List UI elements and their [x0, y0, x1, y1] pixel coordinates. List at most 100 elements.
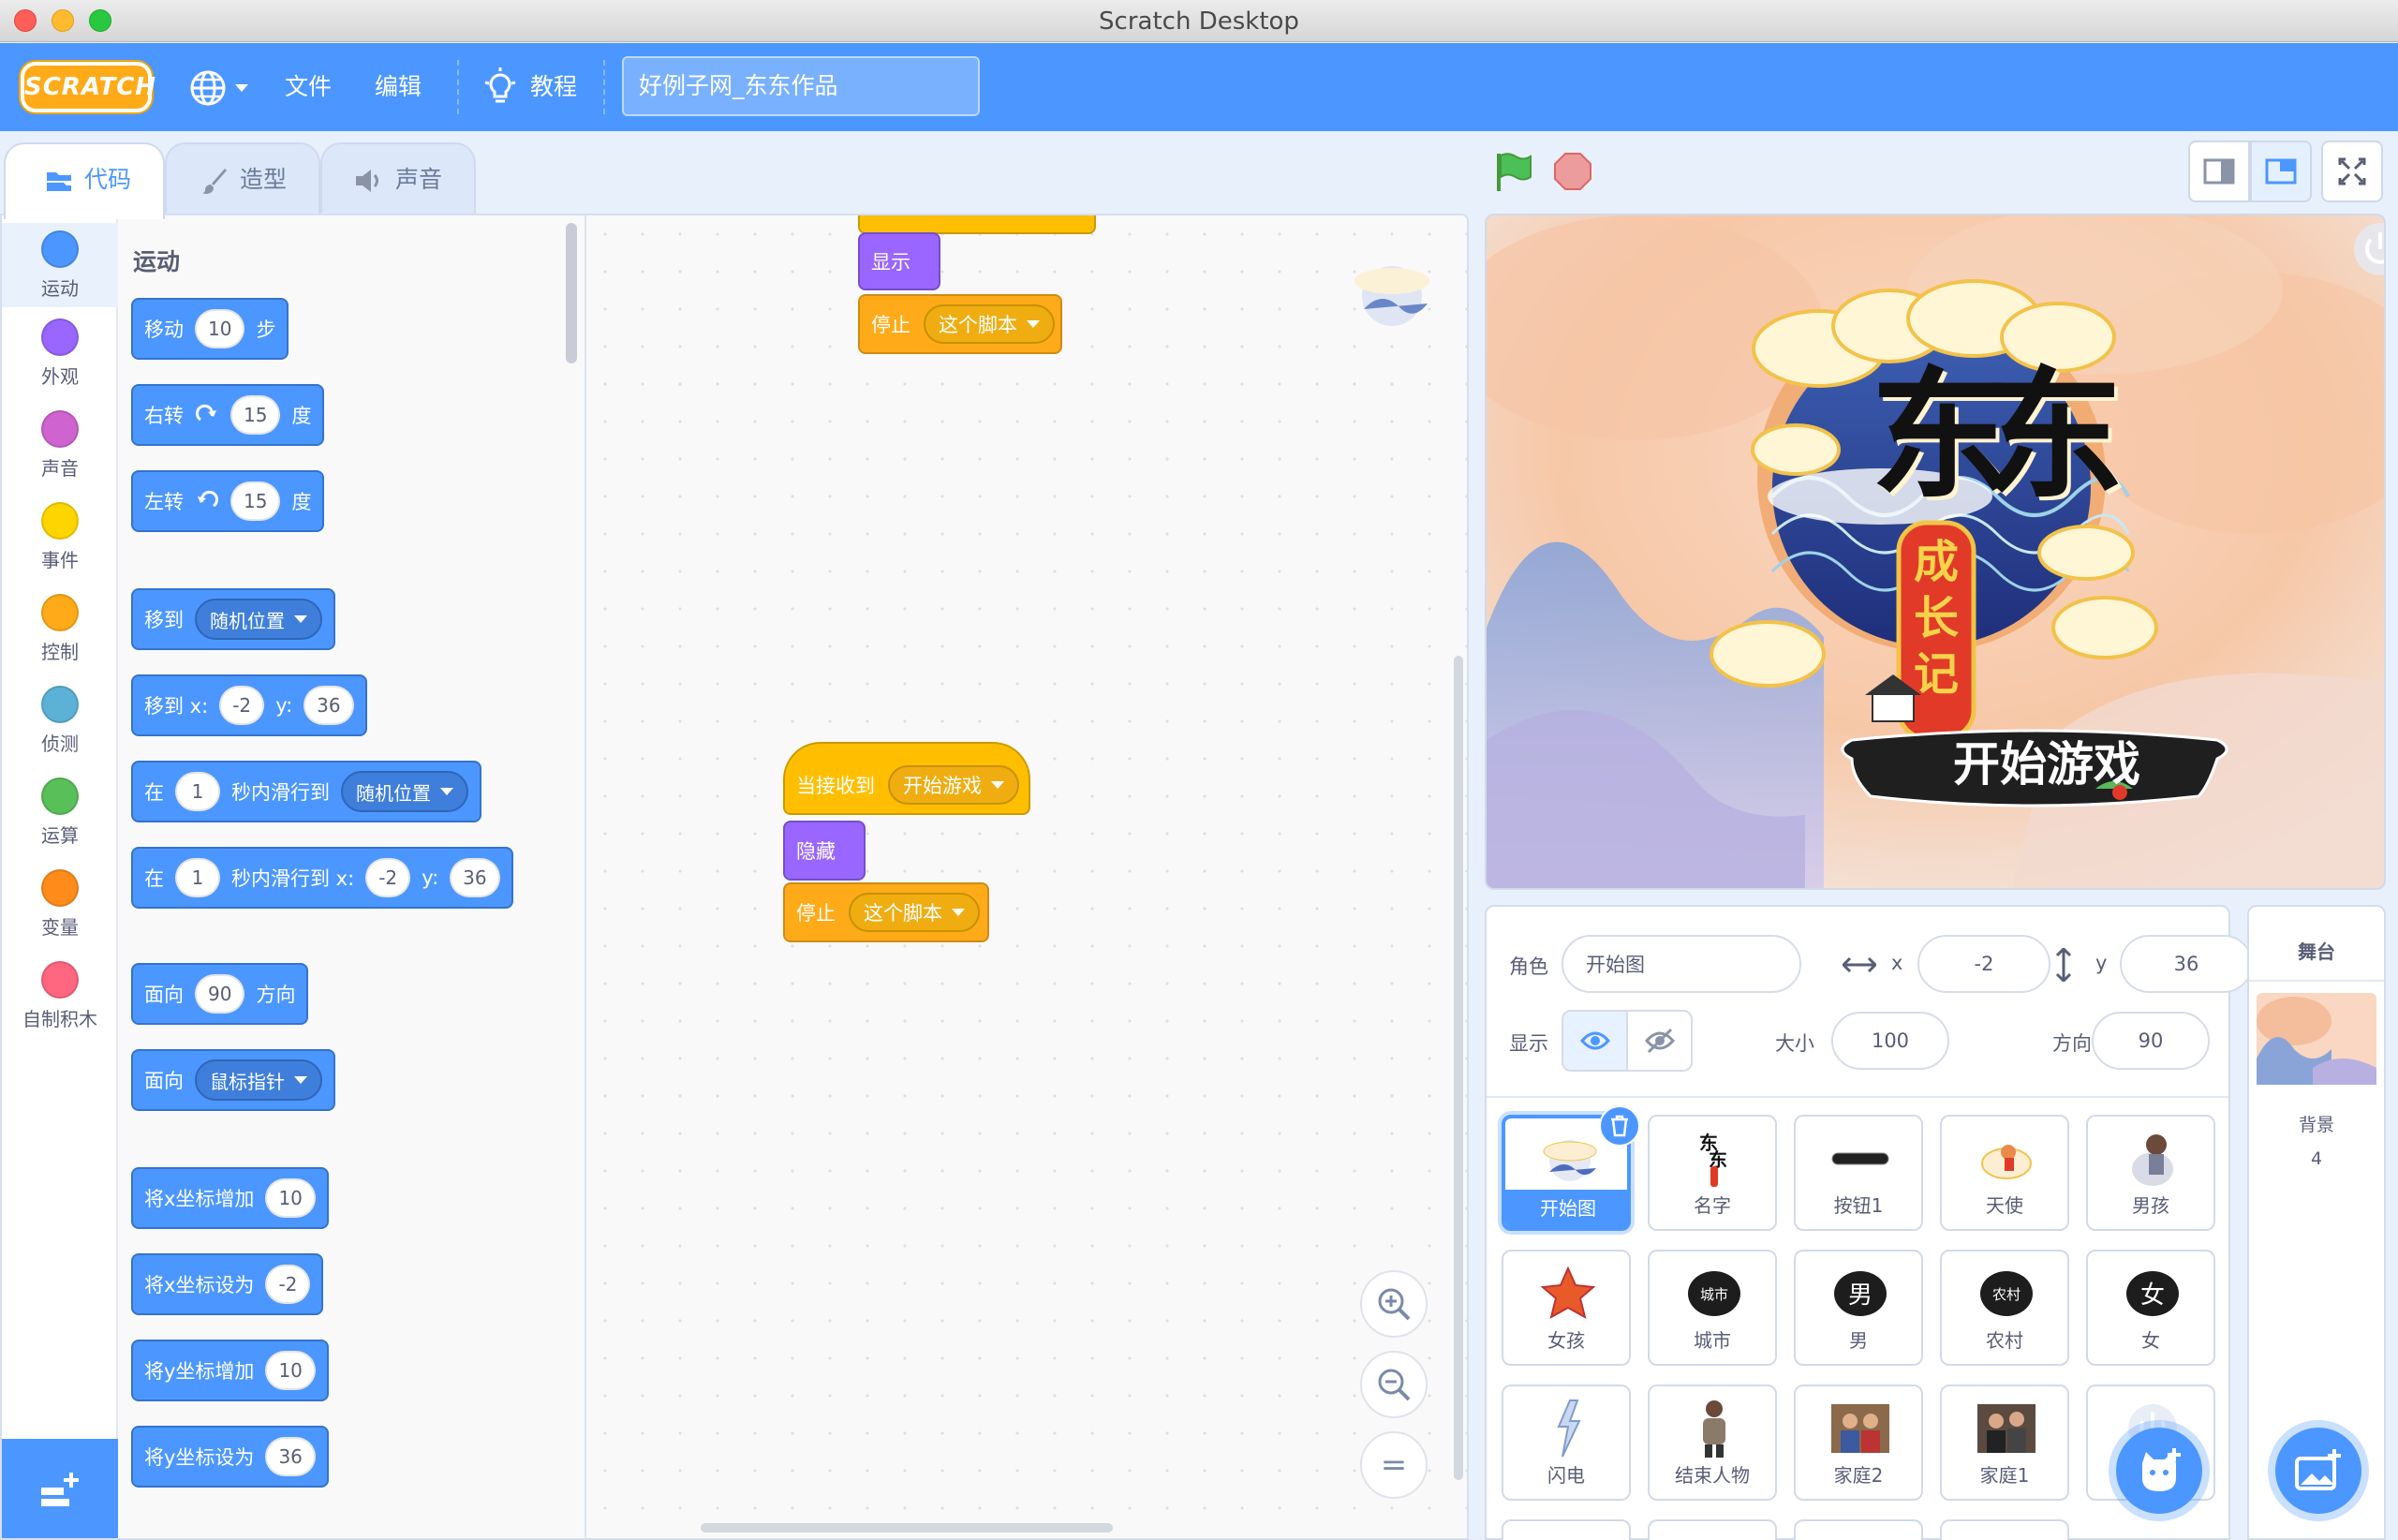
canvas-horizontal-scrollbar[interactable]: [701, 1523, 1113, 1533]
zoom-in-button[interactable]: [1360, 1270, 1428, 1338]
y-input[interactable]: 36: [450, 858, 500, 897]
x-input[interactable]: -2: [365, 858, 411, 897]
sprite-tile-chengshi[interactable]: 城市 城市: [1648, 1250, 1777, 1366]
sprite-tile-shandian[interactable]: 闪电: [1502, 1385, 1631, 1501]
category-operators[interactable]: 运算: [2, 777, 118, 848]
category-control[interactable]: 控制: [2, 594, 118, 664]
sprite-tile-nvhai[interactable]: 女孩: [1502, 1250, 1631, 1366]
start-game-button[interactable]: 开始游戏: [1841, 736, 2253, 792]
lightbulb-icon[interactable]: [481, 67, 519, 109]
hide-sprite-button[interactable]: [1628, 1012, 1691, 1070]
block-set-x[interactable]: 将x坐标设为 -2: [131, 1253, 324, 1315]
sprite-tile-partial[interactable]: [1502, 1519, 1631, 1540]
project-title-input[interactable]: 好例子网_东东作品: [622, 56, 980, 116]
direction-input[interactable]: 90: [2092, 1012, 2210, 1070]
show-sprite-button[interactable]: [1563, 1012, 1628, 1070]
sprite-tile-partial[interactable]: [1648, 1519, 1777, 1540]
tutorials-menu[interactable]: 教程: [530, 43, 577, 131]
sprite-tile-jiating2[interactable]: 家庭2: [1794, 1385, 1923, 1501]
tab-sounds[interactable]: 声音: [320, 142, 476, 215]
zoom-reset-button[interactable]: =: [1360, 1431, 1428, 1499]
direction-input[interactable]: 90: [195, 974, 245, 1014]
block-move-steps[interactable]: 移动 10 步: [131, 298, 289, 360]
block-point-direction[interactable]: 面向 90 方向: [131, 963, 309, 1025]
category-events[interactable]: 事件: [2, 502, 118, 572]
size-input[interactable]: 100: [1831, 1012, 1949, 1070]
canvas-vertical-scrollbar[interactable]: [1454, 656, 1463, 1480]
category-looks[interactable]: 外观: [2, 318, 118, 389]
sprite-tile-partial[interactable]: [1794, 1519, 1923, 1540]
script-hat-when-receive[interactable]: 当接收到 开始游戏: [783, 742, 1030, 815]
seconds-input[interactable]: 1: [175, 858, 220, 897]
sprite-tile-tianshi[interactable]: 天使: [1940, 1115, 2069, 1231]
stage[interactable]: 东东 成 长 记 开始游戏: [1485, 214, 2386, 890]
sprite-name-input[interactable]: 开始图: [1562, 935, 1801, 993]
category-motion[interactable]: 运动: [2, 223, 118, 307]
zoom-out-button[interactable]: [1360, 1351, 1428, 1418]
category-variables[interactable]: 变量: [2, 869, 118, 940]
block-goto[interactable]: 移到 随机位置: [131, 588, 335, 650]
sprite-tile-anniu1[interactable]: 按钮1: [1794, 1115, 1923, 1231]
sprite-tile-nanhai[interactable]: 男孩: [2086, 1115, 2215, 1231]
script-block-stop[interactable]: 停止 这个脚本: [858, 294, 1062, 354]
green-flag-icon[interactable]: [1493, 152, 1534, 193]
choose-backdrop-button[interactable]: [2275, 1428, 2361, 1514]
script-block-show[interactable]: 显示: [858, 232, 940, 290]
block-change-y[interactable]: 将y坐标增加 10: [131, 1340, 329, 1401]
add-extension-button[interactable]: [2, 1439, 118, 1538]
degrees-input[interactable]: 15: [230, 481, 281, 521]
language-chevron-down-icon[interactable]: [234, 82, 249, 94]
palette-scrollbar[interactable]: [566, 223, 577, 363]
script-block-partial[interactable]: [858, 215, 1096, 234]
block-change-x[interactable]: 将x坐标增加 10: [131, 1167, 329, 1229]
block-goto-xy[interactable]: 移到 x: -2 y: 36: [131, 674, 367, 736]
power-icon[interactable]: [2352, 221, 2386, 277]
category-my-blocks[interactable]: 自制积木: [2, 961, 118, 1031]
block-set-y[interactable]: 将y坐标设为 36: [131, 1426, 329, 1488]
script-block-hide[interactable]: 隐藏: [783, 821, 866, 881]
block-point-towards[interactable]: 面向 鼠标指针: [131, 1049, 335, 1111]
sprite-tile-kaishitu[interactable]: 开始图: [1502, 1105, 1640, 1231]
file-menu[interactable]: 文件: [285, 43, 332, 131]
value-input[interactable]: 10: [265, 1351, 316, 1390]
script-canvas[interactable]: 显示 停止 这个脚本 当接收到 开始游戏 隐藏 停止 这个脚本 =: [586, 215, 1467, 1538]
fullscreen-button[interactable]: [2321, 141, 2383, 202]
stage-pane[interactable]: 舞台 背景 4: [2247, 905, 2386, 1540]
category-sensing[interactable]: 侦测: [2, 686, 118, 756]
value-input[interactable]: -2: [265, 1265, 311, 1304]
sprite-tile-jiating1[interactable]: 家庭1: [1940, 1385, 2069, 1501]
value-input[interactable]: 10: [265, 1178, 316, 1218]
sprite-tile-jieshurenwu[interactable]: 结束人物: [1648, 1385, 1777, 1501]
small-stage-button[interactable]: [2188, 141, 2250, 202]
category-sound[interactable]: 声音: [2, 410, 118, 481]
edit-menu[interactable]: 编辑: [375, 43, 422, 131]
point-towards-dropdown[interactable]: 鼠标指针: [195, 1059, 322, 1101]
block-glide-to[interactable]: 在 1 秒内滑行到 随机位置: [131, 761, 481, 822]
stop-sign-icon[interactable]: [1553, 152, 1592, 191]
sprite-tile-nongcun[interactable]: 农村 农村: [1940, 1250, 2069, 1366]
sprite-tile-nan[interactable]: 男 男: [1794, 1250, 1923, 1366]
sprite-tile-nv[interactable]: 女 女: [2086, 1250, 2215, 1366]
message-dropdown[interactable]: 开始游戏: [888, 765, 1019, 805]
y-input[interactable]: 36: [303, 686, 354, 725]
script-block-stop[interactable]: 停止 这个脚本: [783, 882, 989, 942]
x-position-input[interactable]: -2: [1917, 935, 2050, 993]
stop-option-dropdown[interactable]: 这个脚本: [924, 304, 1055, 344]
block-turn-right[interactable]: 右转 15 度: [131, 384, 325, 446]
steps-input[interactable]: 10: [195, 309, 245, 348]
sprite-tile-partial[interactable]: [1940, 1519, 2069, 1540]
value-input[interactable]: 36: [265, 1437, 316, 1476]
stop-option-dropdown[interactable]: 这个脚本: [849, 893, 980, 932]
normal-stage-button[interactable]: [2250, 141, 2312, 202]
block-turn-left[interactable]: 左转 15 度: [131, 470, 325, 532]
seconds-input[interactable]: 1: [175, 772, 220, 811]
delete-sprite-button[interactable]: [1599, 1105, 1640, 1147]
tab-code[interactable]: 代码: [4, 142, 165, 219]
x-input[interactable]: -2: [219, 686, 265, 725]
choose-sprite-button[interactable]: [2116, 1428, 2202, 1514]
glide-target-dropdown[interactable]: 随机位置: [341, 771, 468, 812]
language-globe-icon[interactable]: [189, 69, 227, 107]
sprite-tile-mingzi[interactable]: 东东 名字: [1648, 1115, 1777, 1231]
y-position-input[interactable]: 36: [2120, 935, 2253, 993]
degrees-input[interactable]: 15: [230, 395, 281, 435]
